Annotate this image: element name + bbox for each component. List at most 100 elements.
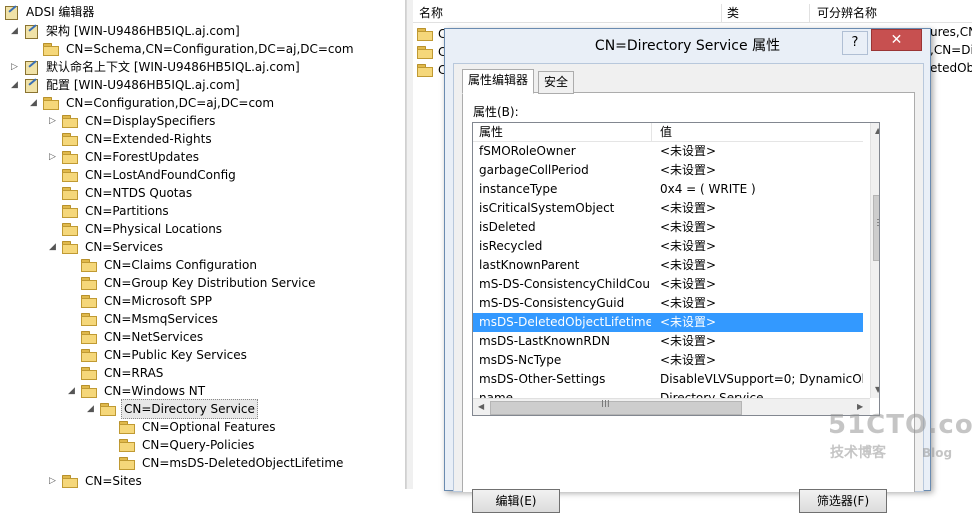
scroll-up-icon[interactable]: ▲ <box>875 126 879 135</box>
tree-node[interactable]: CN=NetServices <box>67 328 205 346</box>
tree-node-label: CN=NTDS Quotas <box>85 186 193 200</box>
expand-arrow-icon[interactable]: ▷ <box>48 475 57 487</box>
scroll-left-icon[interactable]: ◀ <box>478 402 484 411</box>
tree-node[interactable]: CN=Microsoft SPP <box>67 292 214 310</box>
folder-icon <box>81 259 97 272</box>
expand-arrow-icon[interactable]: ▷ <box>48 115 57 127</box>
list-item[interactable]: C <box>417 61 446 79</box>
folder-icon <box>119 439 135 452</box>
column-header-dn[interactable]: 可分辨名称 <box>811 4 972 22</box>
tree-node[interactable]: CN=Schema,CN=Configuration,DC=aj,DC=com <box>29 40 356 58</box>
tree-node[interactable]: CN=RRAS <box>67 364 165 382</box>
tree-node[interactable]: CN=Partitions <box>48 202 171 220</box>
tree-node[interactable]: ◢ 架构 [WIN-U9486HB5IQL.aj.com] <box>10 22 242 40</box>
attribute-row[interactable]: isCriticalSystemObject <未设置> <box>473 199 863 218</box>
tree-node[interactable]: ◢ CN=Configuration,DC=aj,DC=com <box>29 94 276 112</box>
tree-node-label: CN=msDS-DeletedObjectLifetime <box>142 456 344 470</box>
attribute-row[interactable]: fSMORoleOwner <未设置> <box>473 142 863 161</box>
vertical-scroll-thumb[interactable] <box>873 195 879 261</box>
tree-node[interactable]: ▷ CN=Sites <box>48 472 144 489</box>
folder-icon <box>81 295 97 308</box>
attribute-row[interactable]: msDS-DeletedObjectLifetime <未设置> <box>473 313 863 332</box>
grid-header-attribute[interactable]: 属性 <box>473 123 652 141</box>
tree-node[interactable]: CN=Group Key Distribution Service <box>67 274 318 292</box>
collapse-arrow-icon[interactable]: ◢ <box>29 97 38 109</box>
tree-node[interactable]: CN=LostAndFoundConfig <box>48 166 238 184</box>
close-button[interactable]: ✕ <box>871 29 922 51</box>
tab-attribute-editor[interactable]: 属性编辑器 <box>462 69 535 94</box>
attribute-name: isCriticalSystemObject <box>479 201 615 215</box>
help-button[interactable]: ? <box>842 31 868 55</box>
tree-node[interactable]: ▷ CN=DisplaySpecifiers <box>48 112 217 130</box>
folder-icon <box>62 241 78 254</box>
tree-node[interactable]: ◢ 配置 [WIN-U9486HB5IQL.aj.com] <box>10 76 242 94</box>
expand-arrow-icon[interactable]: ▷ <box>48 151 57 163</box>
scroll-down-icon[interactable]: ▼ <box>875 385 879 394</box>
tab-security[interactable]: 安全 <box>538 71 575 94</box>
tree-node[interactable]: CN=msDS-DeletedObjectLifetime <box>105 454 345 472</box>
naming-context-icon <box>24 78 38 93</box>
filter-button[interactable]: 筛选器(F) <box>799 489 887 513</box>
edit-button[interactable]: 编辑(E) <box>472 489 560 513</box>
tree-node[interactable]: ◢ CN=Services <box>48 238 165 256</box>
attribute-name: msDS-NcType <box>479 353 562 367</box>
tree-node[interactable]: CN=Physical Locations <box>48 220 224 238</box>
attribute-row[interactable]: mS-DS-ConsistencyChildCou... <未设置> <box>473 275 863 294</box>
collapse-arrow-icon[interactable]: ◢ <box>67 385 76 397</box>
folder-icon <box>81 385 97 398</box>
attribute-row[interactable]: msDS-Other-Settings DisableVLVSupport=0; … <box>473 370 863 389</box>
tree-node[interactable]: ▷ 默认命名上下文 [WIN-U9486HB5IQL.aj.com] <box>10 58 302 76</box>
tree-node[interactable]: CN=Public Key Services <box>67 346 249 364</box>
tree-node[interactable]: CN=Extended-Rights <box>48 130 214 148</box>
tree-node[interactable]: ▷ CN=ForestUpdates <box>48 148 201 166</box>
folder-icon <box>43 97 59 110</box>
tree-node[interactable]: CN=Query-Policies <box>105 436 256 454</box>
folder-icon <box>62 169 78 182</box>
tree-node-label: CN=Directory Service <box>121 399 258 419</box>
expand-arrow-icon[interactable]: ▷ <box>10 61 19 73</box>
attribute-row[interactable]: isDeleted <未设置> <box>473 218 863 237</box>
attribute-row[interactable]: mS-DS-ConsistencyGuid <未设置> <box>473 294 863 313</box>
grid-header-value[interactable]: 值 <box>654 123 860 141</box>
collapse-arrow-icon[interactable]: ◢ <box>10 25 19 37</box>
attribute-row[interactable]: msDS-NcType <未设置> <box>473 351 863 370</box>
attribute-value: <未设置> <box>660 353 717 367</box>
tree-node-label: CN=MsmqServices <box>104 312 218 326</box>
attribute-row[interactable]: lastKnownParent <未设置> <box>473 256 863 275</box>
list-header: 名称 类 可分辨名称 <box>413 4 972 23</box>
attribute-row[interactable]: instanceType 0x4 = ( WRITE ) <box>473 180 863 199</box>
horizontal-scroll-thumb[interactable]: III <box>490 399 742 415</box>
tree-node[interactable]: ◢ CN=Windows NT <box>67 382 207 400</box>
tree-node-label: CN=Schema,CN=Configuration,DC=aj,DC=com <box>66 42 354 56</box>
folder-icon <box>62 151 78 164</box>
folder-icon <box>62 223 78 236</box>
tree-node-label: CN=Extended-Rights <box>85 132 212 146</box>
attribute-row[interactable]: garbageCollPeriod <未设置> <box>473 161 863 180</box>
tree-node-label: CN=Partitions <box>85 204 169 218</box>
tree-node[interactable]: ◢ CN=Directory Service <box>86 399 258 419</box>
collapse-arrow-icon[interactable]: ◢ <box>86 403 95 415</box>
tree-node-label: CN=Sites <box>85 474 142 488</box>
attribute-row[interactable]: isRecycled <未设置> <box>473 237 863 256</box>
collapse-arrow-icon[interactable]: ◢ <box>48 241 57 253</box>
attribute-row[interactable]: msDS-LastKnownRDN <未设置> <box>473 332 863 351</box>
tree-node-label: CN=Public Key Services <box>104 348 247 362</box>
tree-node[interactable]: CN=MsmqServices <box>67 310 220 328</box>
horizontal-scrollbar[interactable]: ◀ III ▶ <box>473 398 870 415</box>
column-header-class[interactable]: 类 <box>721 4 810 22</box>
column-header-name[interactable]: 名称 <box>413 4 722 22</box>
collapse-arrow-icon[interactable]: ◢ <box>10 79 19 91</box>
list-item[interactable]: C <box>417 43 446 61</box>
list-item[interactable]: C <box>417 25 446 43</box>
vertical-scrollbar[interactable]: ▲ ▼ <box>870 123 879 398</box>
tree-node[interactable]: CN=NTDS Quotas <box>48 184 194 202</box>
tree-node[interactable]: CN=Optional Features <box>105 418 278 436</box>
tree-node[interactable]: CN=Claims Configuration <box>67 256 259 274</box>
tree-root[interactable]: ADSI 编辑器 <box>4 3 96 21</box>
folder-icon <box>119 457 135 470</box>
